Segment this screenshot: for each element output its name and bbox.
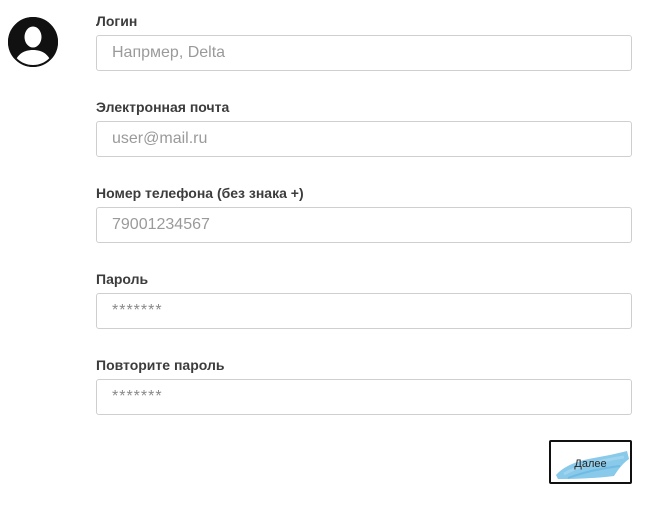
login-label: Логин [96,13,138,29]
next-button-label: Далее [574,457,607,470]
password-input[interactable] [96,293,632,329]
user-avatar-icon [7,16,59,68]
phone-input[interactable] [96,207,632,243]
password-repeat-input[interactable] [96,379,632,415]
registration-page: Логин Электронная почта Номер телефона (… [0,0,661,518]
phone-label: Номер телефона (без знака +) [96,185,304,201]
email-label: Электронная почта [96,99,230,115]
password-label: Пароль [96,271,149,287]
next-button[interactable]: Далее [549,440,632,484]
login-input[interactable] [96,35,632,71]
password-repeat-label: Повторите пароль [96,357,225,373]
email-input[interactable] [96,121,632,157]
